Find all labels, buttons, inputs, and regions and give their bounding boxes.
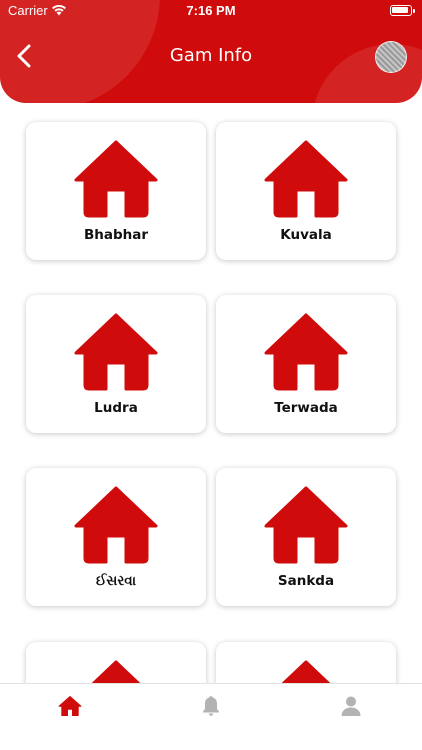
village-card[interactable]: ઈસરવા	[26, 468, 206, 606]
home-icon	[58, 696, 82, 716]
village-card[interactable]: Bhabhar	[26, 122, 206, 260]
bottom-tab-bar	[0, 683, 422, 750]
tab-home[interactable]	[58, 694, 82, 718]
village-name: ઈસરવા	[95, 573, 137, 589]
village-card[interactable]: Sankda	[216, 468, 396, 606]
avatar[interactable]	[375, 41, 407, 73]
user-icon	[341, 696, 361, 716]
village-name: Ludra	[94, 400, 138, 416]
house-icon	[74, 140, 158, 218]
house-icon	[264, 313, 348, 391]
app-header: Carrier 7:16 PM Gam Info	[0, 0, 422, 103]
house-icon	[264, 140, 348, 218]
village-card[interactable]: Ludra	[26, 295, 206, 433]
village-name: Kuvala	[280, 227, 332, 243]
village-name: Terwada	[274, 400, 338, 416]
house-icon	[264, 486, 348, 564]
house-icon	[74, 486, 158, 564]
bell-icon	[203, 696, 219, 716]
village-name: Bhabhar	[83, 227, 149, 243]
status-bar: Carrier 7:16 PM	[0, 0, 422, 22]
village-name: Sankda	[277, 573, 335, 589]
page-title: Gam Info	[169, 45, 253, 66]
tab-notifications[interactable]	[199, 694, 223, 718]
village-card[interactable]: Kuvala	[216, 122, 396, 260]
battery-icon	[390, 5, 415, 16]
tab-profile[interactable]	[339, 694, 363, 718]
clock: 7:16 PM	[186, 3, 236, 18]
village-card[interactable]: Terwada	[216, 295, 396, 433]
house-icon	[74, 313, 158, 391]
